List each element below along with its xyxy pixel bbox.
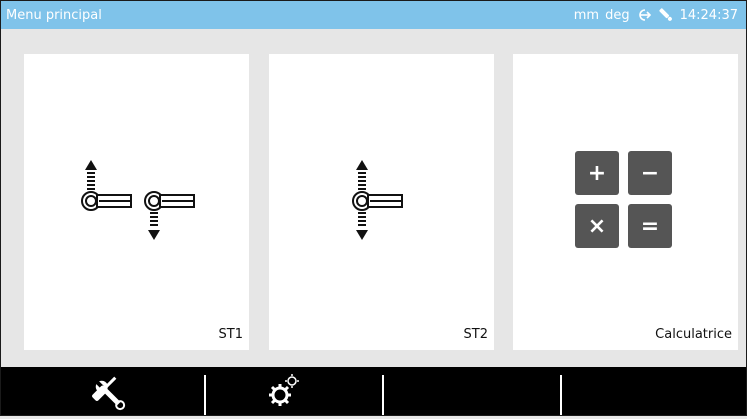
- single-probe-icon: [352, 160, 403, 240]
- tools-icon: [92, 376, 126, 411]
- minus-key-icon: −: [628, 151, 672, 195]
- app-window: Menu principal mm deg 14:24:37 ST1 ST2 +…: [0, 0, 747, 416]
- status-area: mm deg 14:24:37: [574, 7, 738, 23]
- angle-unit[interactable]: deg: [605, 8, 630, 23]
- toolbar-slot-empty[interactable]: [562, 367, 746, 415]
- page-title: Menu principal: [6, 7, 102, 23]
- tile-calculator[interactable]: + − × = Calculatrice: [513, 54, 738, 350]
- tile-label: Calculatrice: [655, 327, 732, 342]
- tile-label: ST2: [463, 327, 488, 342]
- equals-key-icon: =: [628, 204, 672, 248]
- clock: 14:24:37: [679, 7, 738, 23]
- bottom-toolbar: [1, 367, 746, 415]
- title-bar: Menu principal mm deg 14:24:37: [1, 1, 746, 29]
- tools-button[interactable]: [1, 367, 204, 415]
- two-probes-icon: [81, 160, 195, 240]
- tile-label: ST1: [218, 327, 243, 342]
- multiply-key-icon: ×: [575, 204, 619, 248]
- login-arrow-icon[interactable]: [636, 8, 652, 22]
- tile-st1[interactable]: ST1: [24, 54, 249, 350]
- tile-st2[interactable]: ST2: [269, 54, 494, 350]
- plus-key-icon: +: [575, 151, 619, 195]
- settings-button[interactable]: [206, 367, 382, 415]
- probe-icon[interactable]: [658, 7, 674, 23]
- length-unit[interactable]: mm: [574, 8, 599, 23]
- settings-gears-icon: [269, 374, 299, 406]
- toolbar-slot-empty[interactable]: [384, 367, 560, 415]
